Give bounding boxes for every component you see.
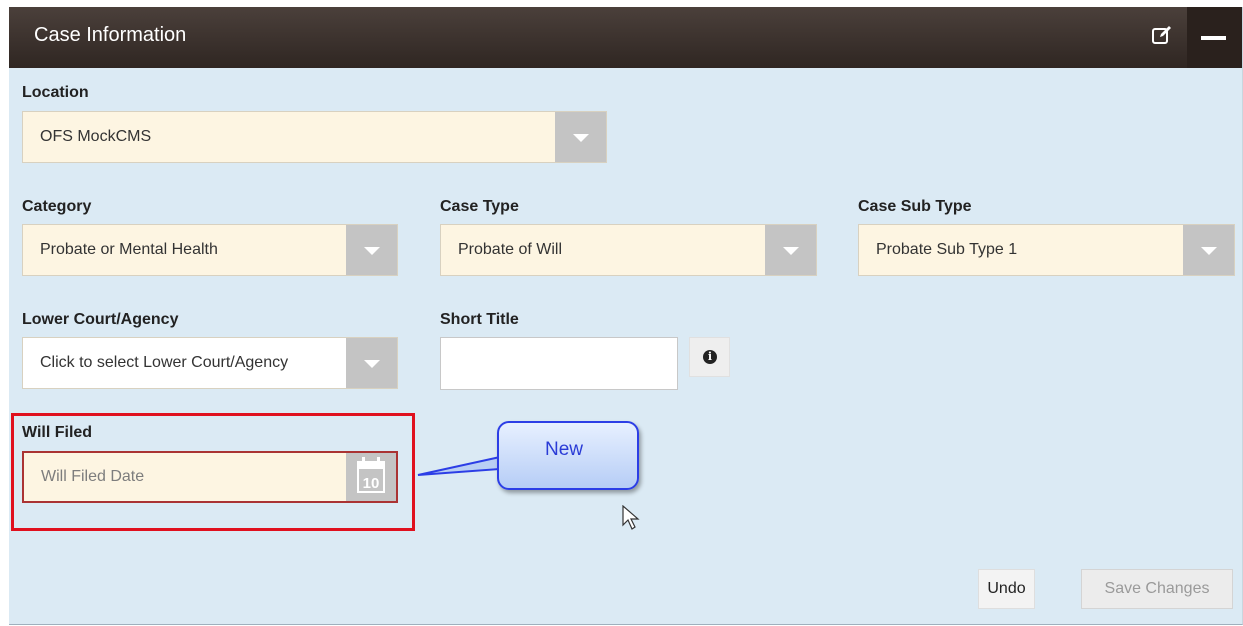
chevron-down-icon [783, 247, 799, 255]
category-dropdown-toggle[interactable] [346, 225, 397, 275]
callout-pointer [417, 455, 501, 476]
callout-text: New [545, 439, 584, 460]
category-select[interactable]: Probate or Mental Health [22, 224, 398, 276]
category-label: Category [22, 198, 92, 215]
case-sub-type-dropdown-toggle[interactable] [1183, 225, 1234, 275]
chevron-down-icon [573, 134, 589, 142]
save-changes-button[interactable]: Save Changes [1081, 569, 1233, 609]
minus-icon [1201, 36, 1226, 40]
case-sub-type-label: Case Sub Type [858, 198, 972, 215]
will-filed-date-input[interactable]: Will Filed Date 10 [22, 451, 398, 503]
lower-court-label: Lower Court/Agency [22, 311, 179, 328]
calendar-icon: 10 [357, 457, 385, 493]
chevron-down-icon [1201, 247, 1217, 255]
undo-button[interactable]: Undo [978, 569, 1035, 609]
case-type-label: Case Type [440, 198, 519, 215]
calendar-day-text: 10 [363, 475, 380, 492]
will-filed-placeholder: Will Filed Date [41, 468, 145, 485]
short-title-label: Short Title [440, 311, 519, 328]
location-label: Location [22, 84, 89, 101]
lower-court-value: Click to select Lower Court/Agency [40, 354, 289, 371]
chevron-down-icon [364, 247, 380, 255]
will-filed-label: Will Filed [22, 424, 93, 441]
category-value: Probate or Mental Health [40, 241, 218, 258]
lower-court-dropdown-toggle[interactable] [346, 338, 397, 388]
new-callout: New [497, 421, 639, 490]
info-icon: i [703, 350, 717, 364]
cursor-icon [622, 505, 640, 530]
edit-icon[interactable] [1151, 24, 1173, 46]
case-type-value: Probate of Will [458, 241, 563, 258]
chevron-down-icon [364, 360, 380, 368]
short-title-input[interactable] [440, 337, 678, 390]
location-select[interactable]: OFS MockCMS [22, 111, 607, 163]
location-dropdown-toggle[interactable] [555, 112, 606, 162]
case-sub-type-value: Probate Sub Type 1 [876, 241, 1018, 258]
lower-court-select[interactable]: Click to select Lower Court/Agency [22, 337, 398, 389]
panel-title: Case Information [34, 24, 187, 46]
location-value: OFS MockCMS [40, 128, 152, 145]
case-type-dropdown-toggle[interactable] [765, 225, 816, 275]
panel-header: Case Information [9, 7, 1242, 68]
case-type-select[interactable]: Probate of Will [440, 224, 817, 276]
will-filed-calendar-button[interactable]: 10 [346, 453, 396, 501]
collapse-button[interactable] [1187, 7, 1242, 68]
short-title-info-button[interactable]: i [689, 337, 730, 377]
case-sub-type-select[interactable]: Probate Sub Type 1 [858, 224, 1235, 276]
case-information-panel: Case Information [9, 7, 1243, 625]
